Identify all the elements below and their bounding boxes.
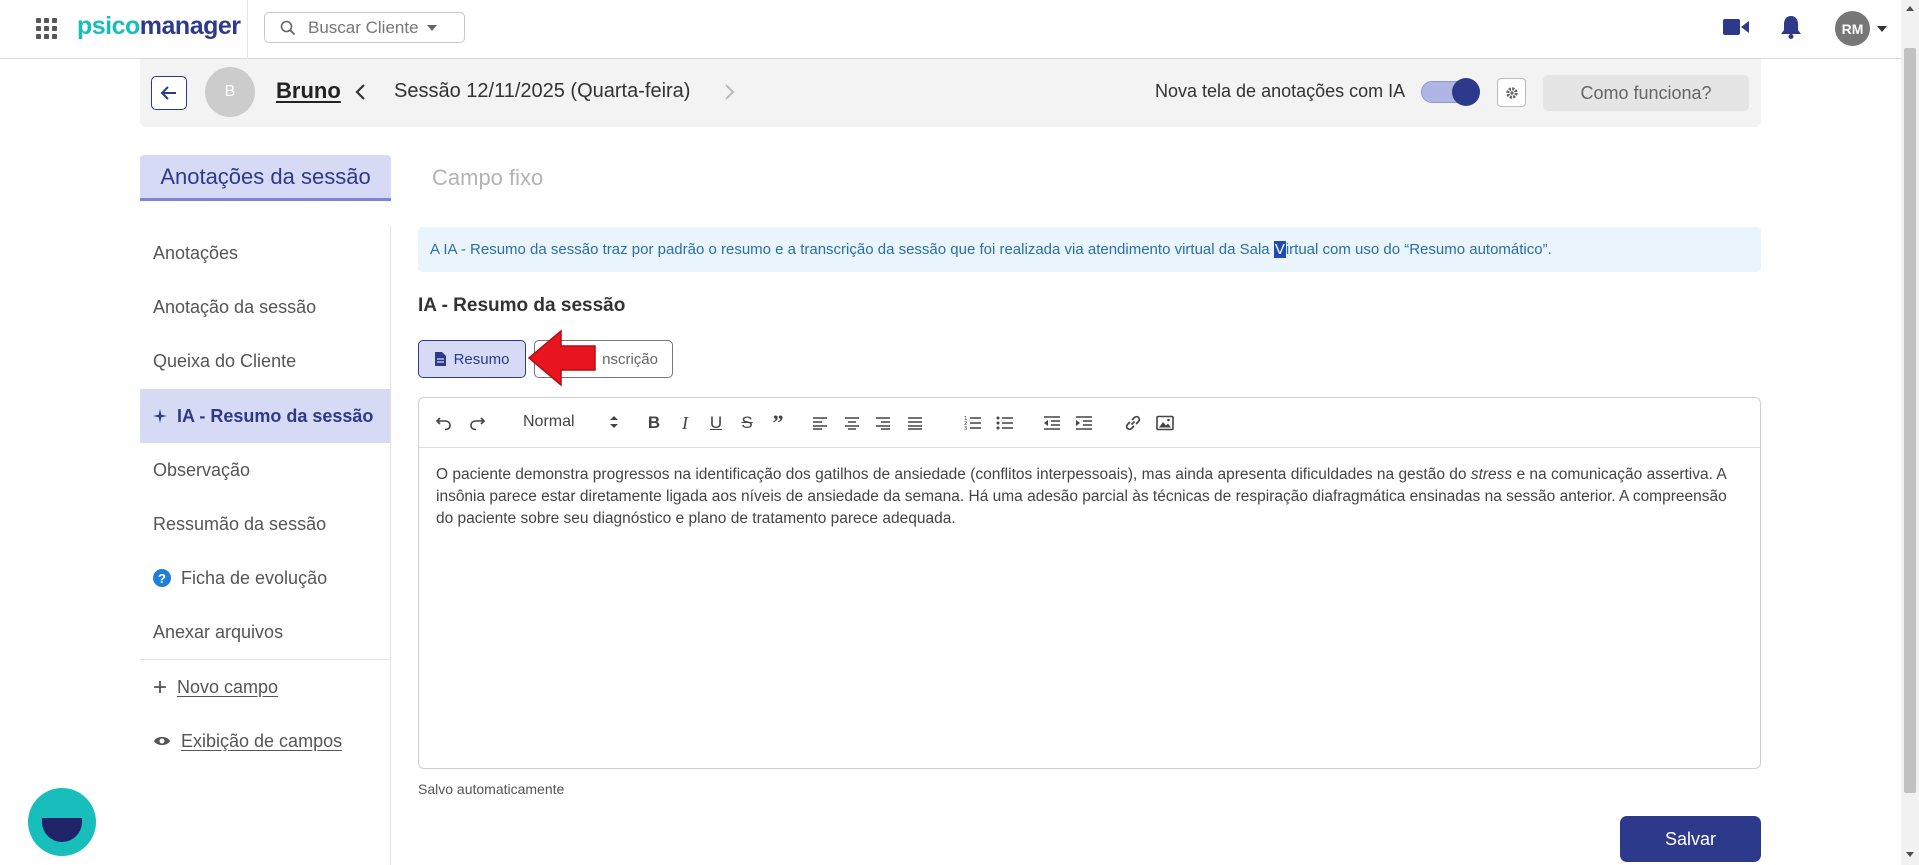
psicomanager-logo[interactable]: psicomanager: [77, 12, 241, 41]
page-scrollbar[interactable]: [1901, 0, 1919, 865]
scroll-up-arrow[interactable]: [1906, 6, 1914, 11]
patient-name-link[interactable]: Bruno: [276, 78, 341, 104]
sparkle-icon: [153, 409, 167, 423]
smile-shape: [42, 818, 82, 842]
select-arrows-icon[interactable]: [609, 415, 619, 429]
help-icon[interactable]: ?: [153, 569, 171, 587]
sidebar-item-anexar-arquivos[interactable]: Anexar arquivos: [140, 605, 390, 659]
apps-grid-icon[interactable]: [36, 18, 57, 39]
align-justify-icon[interactable]: [904, 412, 926, 434]
video-camera-icon[interactable]: [1723, 18, 1749, 36]
underline-icon[interactable]: U: [705, 412, 727, 434]
align-right-icon[interactable]: [872, 412, 894, 434]
eye-icon: [153, 735, 171, 747]
tab-session-notes[interactable]: Anotações da sessão: [140, 155, 391, 201]
settings-button[interactable]: [1497, 78, 1526, 107]
bell-icon[interactable]: [1780, 15, 1802, 39]
sidebar-divider: [390, 226, 391, 865]
sidebar-item-ficha-de-evolucao[interactable]: ? Ficha de evolução: [140, 551, 390, 605]
editor-content[interactable]: O paciente demonstra progressos na ident…: [436, 464, 1746, 530]
ordered-list-icon[interactable]: 123: [962, 412, 984, 434]
plus-icon: [153, 680, 167, 694]
new-field-link[interactable]: Novo campo: [140, 660, 390, 714]
how-it-works-button[interactable]: Como funciona?: [1543, 75, 1749, 111]
blockquote-icon[interactable]: ”: [767, 410, 789, 435]
strikethrough-icon[interactable]: S: [736, 412, 758, 434]
scroll-thumb[interactable]: [1904, 48, 1916, 793]
client-search-select[interactable]: Buscar Cliente: [264, 12, 465, 43]
resumo-button[interactable]: Resumo: [418, 340, 526, 378]
svg-text:3: 3: [964, 426, 967, 431]
field-display-link[interactable]: Exibição de campos: [140, 714, 390, 768]
rich-text-editor[interactable]: Normal B I U S ” 123 O paciente demonstr…: [418, 397, 1761, 769]
sidebar-item-ia-resumo[interactable]: IA - Resumo da sessão: [140, 389, 390, 443]
chevron-down-icon[interactable]: [1877, 26, 1887, 32]
redo-icon[interactable]: [466, 412, 488, 434]
tab-fixed-field[interactable]: Campo fixo: [432, 165, 543, 191]
arrow-left-icon: [161, 86, 176, 100]
document-icon: [434, 352, 446, 366]
sidebar-item-observacao[interactable]: Observação: [140, 443, 390, 497]
editor-toolbar: Normal B I U S ” 123: [419, 398, 1760, 448]
sidebar-item-anotacao-da-sessao[interactable]: Anotação da sessão: [140, 280, 390, 334]
image-icon[interactable]: [1154, 412, 1176, 434]
ai-toggle-label: Nova tela de anotações com IA: [1155, 81, 1406, 101]
chevron-down-icon: [426, 24, 437, 31]
top-navbar: psicomanager Buscar Cliente RM: [0, 0, 1901, 59]
info-banner: A IA - Resumo da sessão traz por padrão …: [418, 227, 1761, 272]
toggle-knob: [1452, 78, 1480, 106]
sidebar-item-anotacoes[interactable]: Anotações: [140, 226, 390, 280]
link-icon[interactable]: [1122, 412, 1144, 434]
italic-icon[interactable]: I: [674, 412, 696, 434]
info-text: A IA - Resumo da sessão traz por padrão …: [430, 241, 1552, 258]
save-button[interactable]: Salvar: [1620, 816, 1761, 862]
scroll-down-arrow[interactable]: [1906, 852, 1914, 857]
format-select[interactable]: Normal: [523, 413, 575, 431]
user-avatar[interactable]: RM: [1835, 11, 1870, 46]
sidebar-item-queixa-do-cliente[interactable]: Queixa do Cliente: [140, 334, 390, 388]
red-arrow-annotation-icon: [527, 329, 596, 387]
section-title: IA - Resumo da sessão: [418, 295, 626, 316]
chat-support-icon[interactable]: [28, 788, 96, 856]
bullet-list-icon[interactable]: [994, 412, 1016, 434]
next-session-chevron-icon[interactable]: [724, 83, 736, 101]
search-icon: [280, 20, 296, 35]
align-left-icon[interactable]: [809, 412, 831, 434]
session-header: B Bruno Sessão 12/11/2025 (Quarta-feira)…: [140, 59, 1761, 127]
topbar-divider: [247, 0, 248, 59]
bold-icon[interactable]: B: [643, 412, 665, 434]
text-selection: V: [1273, 241, 1286, 258]
undo-icon[interactable]: [433, 412, 455, 434]
previous-session-chevron-icon[interactable]: [354, 83, 366, 101]
gear-icon: [1505, 86, 1518, 99]
search-placeholder: Buscar Cliente: [308, 17, 419, 37]
back-button[interactable]: [151, 76, 187, 110]
session-title: Sessão 12/11/2025 (Quarta-feira): [394, 80, 691, 102]
align-center-icon[interactable]: [841, 412, 863, 434]
autosave-status: Salvo automaticamente: [418, 781, 565, 797]
sidebar-item-ressumao-da-sessao[interactable]: Ressumão da sessão: [140, 497, 390, 551]
ai-notes-toggle[interactable]: [1421, 78, 1480, 106]
patient-avatar: B: [205, 67, 255, 117]
outdent-icon[interactable]: [1041, 412, 1063, 434]
indent-icon[interactable]: [1073, 412, 1095, 434]
